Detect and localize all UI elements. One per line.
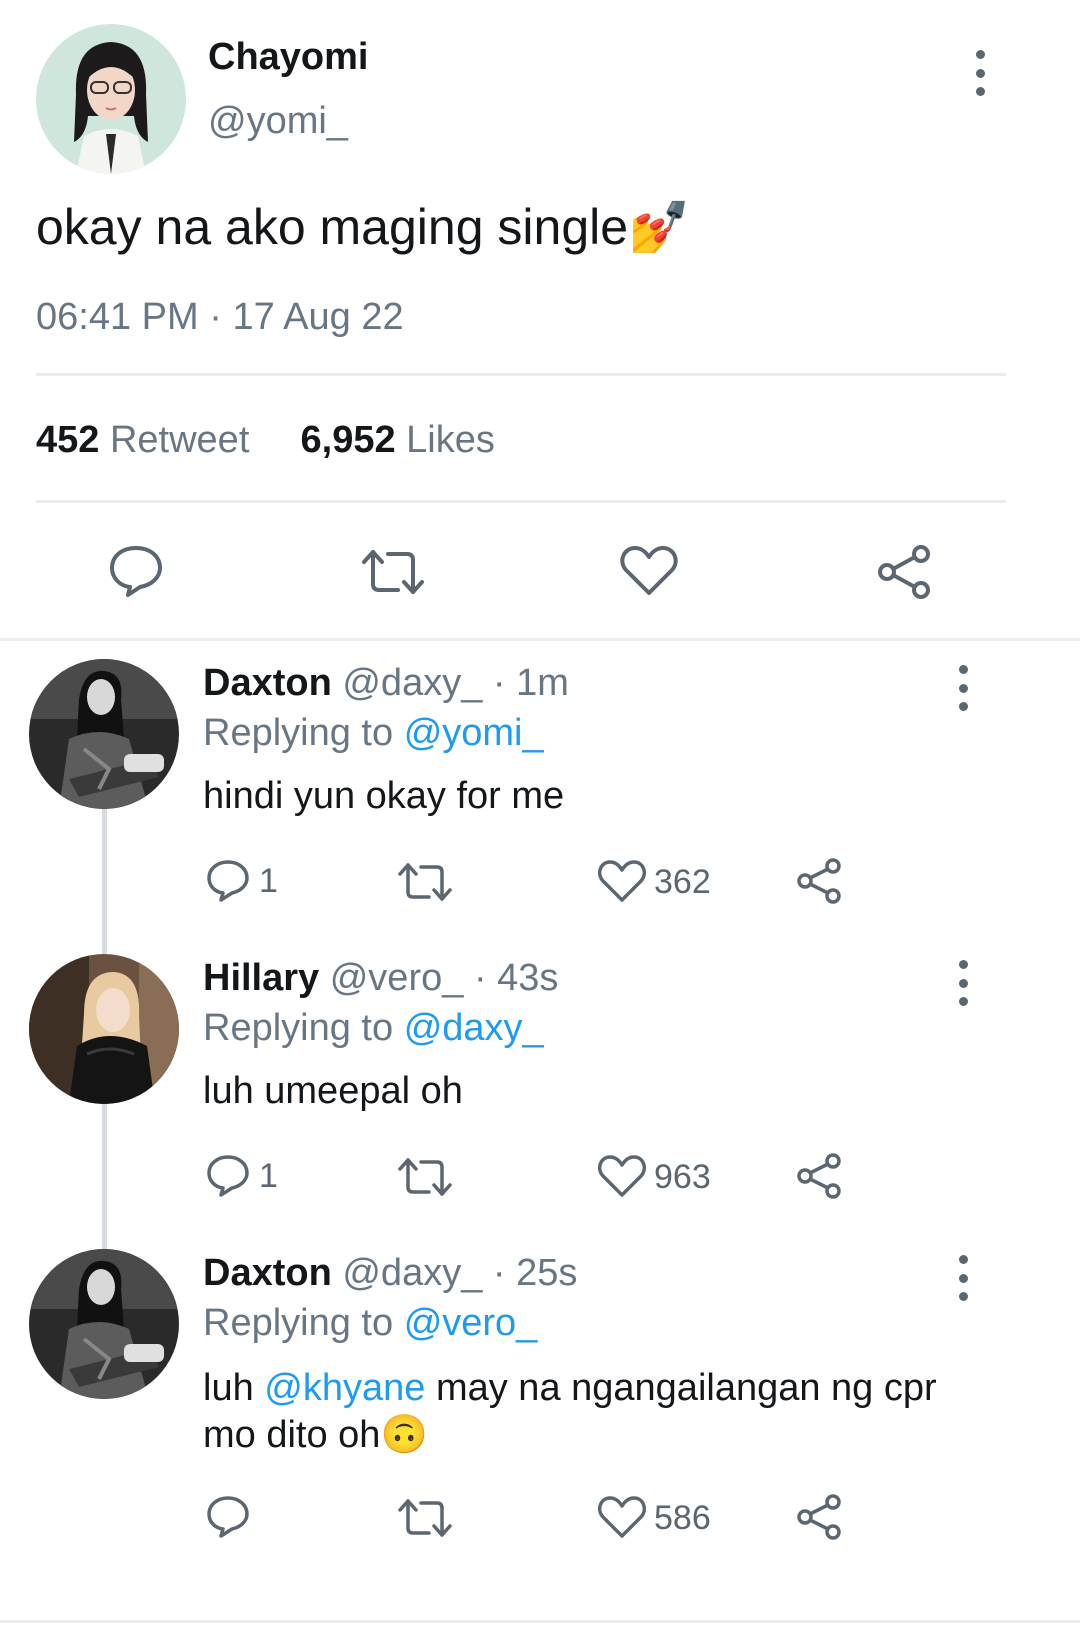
like-icon[interactable] xyxy=(620,545,678,602)
timestamp-separator: · xyxy=(209,296,222,338)
like-button[interactable]: 586 xyxy=(598,1496,711,1540)
reply-icon[interactable] xyxy=(108,544,164,603)
like-count: 963 xyxy=(654,1157,711,1196)
like-button[interactable]: 362 xyxy=(598,860,711,904)
tweet-stats: 452 Retweet 6,952 Likes xyxy=(36,419,495,462)
retweet-icon[interactable] xyxy=(397,1157,453,1202)
reply-text-part: mo dito oh xyxy=(203,1414,381,1456)
reply-header: Daxton @daxy_ · 1m xyxy=(203,662,569,705)
tweet-timestamp: 06:41 PM · 17 Aug 22 xyxy=(36,296,404,339)
divider xyxy=(0,1620,1080,1623)
reply-count: 1 xyxy=(259,1156,278,1195)
reply-text: hindi yun okay for me xyxy=(203,775,565,817)
avatar-photo xyxy=(36,24,186,174)
thread-line xyxy=(102,808,107,954)
reply-avatar[interactable] xyxy=(29,1249,179,1399)
replying-to: Replying to @yomi_ xyxy=(203,712,544,755)
reply-author-handle[interactable]: @vero_ xyxy=(330,957,464,999)
reply-button[interactable]: 1 xyxy=(205,858,278,904)
likes-label: Likes xyxy=(406,419,495,461)
replying-to-label: Replying to xyxy=(203,712,394,754)
reply-author-handle[interactable]: @daxy_ xyxy=(342,1252,482,1294)
reply-avatar[interactable] xyxy=(29,954,179,1104)
divider xyxy=(0,638,1080,641)
likes-stat[interactable]: 6,952 Likes xyxy=(301,419,495,461)
retweet-icon[interactable] xyxy=(397,862,453,907)
avatar-photo xyxy=(29,659,179,809)
tweet-text: okay na ako maging single💅 xyxy=(36,198,690,256)
like-button[interactable]: 963 xyxy=(598,1155,711,1199)
replying-to: Replying to @daxy_ xyxy=(203,1007,544,1050)
retweet-count: 452 xyxy=(36,419,100,461)
like-count: 586 xyxy=(654,1498,711,1537)
replying-to-link[interactable]: @yomi_ xyxy=(404,712,544,754)
retweet-stat[interactable]: 452 Retweet xyxy=(36,419,249,461)
reply-text-part: may na ngangailangan ng cpr xyxy=(425,1367,937,1409)
more-vertical-icon[interactable] xyxy=(951,665,975,711)
share-icon[interactable] xyxy=(796,1153,844,1204)
reply-time: · 1m xyxy=(492,662,569,704)
like-count: 362 xyxy=(654,862,711,901)
share-icon[interactable] xyxy=(796,858,844,909)
replying-to-label: Replying to xyxy=(203,1302,394,1344)
mention-link[interactable]: @khyane xyxy=(264,1367,425,1409)
retweet-icon[interactable] xyxy=(397,1498,453,1543)
reply-header: Daxton @daxy_ · 25s xyxy=(203,1252,577,1295)
like-icon xyxy=(598,860,646,902)
author-handle[interactable]: @yomi_ xyxy=(208,100,348,143)
replying-to: Replying to @vero_ xyxy=(203,1302,537,1345)
likes-count: 6,952 xyxy=(300,419,396,461)
replying-to-link[interactable]: @vero_ xyxy=(404,1302,538,1344)
upside-down-face-emoji: 🙃 xyxy=(380,1414,428,1456)
reply-time: · 43s xyxy=(473,957,559,999)
more-vertical-icon[interactable] xyxy=(951,960,975,1006)
tweet-time: 06:41 PM xyxy=(36,296,199,338)
reply-text: luh umeepal oh xyxy=(203,1070,463,1112)
share-icon[interactable] xyxy=(876,544,934,605)
reply-author-name[interactable]: Daxton xyxy=(203,1252,332,1294)
reply-icon[interactable] xyxy=(205,1494,251,1545)
reply-button[interactable]: 1 xyxy=(205,1153,278,1199)
replying-to-label: Replying to xyxy=(203,1007,394,1049)
author-name[interactable]: Chayomi xyxy=(208,36,368,79)
reply-text-part: luh xyxy=(203,1367,265,1409)
nail-polish-emoji: 💅 xyxy=(628,199,691,255)
like-icon xyxy=(598,1155,646,1197)
reply-avatar[interactable] xyxy=(29,659,179,809)
tweet-date: 17 Aug 22 xyxy=(232,296,404,338)
reply-author-name[interactable]: Daxton xyxy=(203,662,332,704)
reply-text: luh @khyane may na ngangailangan ng cpr … xyxy=(203,1365,937,1459)
avatar-photo xyxy=(29,954,179,1104)
reply-icon xyxy=(207,1155,249,1197)
tweet-text-body: okay na ako maging single xyxy=(36,199,629,255)
reply-author-name[interactable]: Hillary xyxy=(203,957,319,999)
divider xyxy=(36,373,1006,376)
author-avatar[interactable] xyxy=(36,24,186,174)
more-vertical-icon[interactable] xyxy=(951,1255,975,1301)
reply-icon xyxy=(207,860,249,902)
more-vertical-icon[interactable] xyxy=(968,50,992,96)
reply-count: 1 xyxy=(259,861,278,900)
divider xyxy=(36,500,1006,503)
replying-to-link[interactable]: @daxy_ xyxy=(404,1007,544,1049)
like-icon xyxy=(598,1496,646,1538)
thread-line xyxy=(102,1103,107,1249)
retweet-icon[interactable] xyxy=(360,548,426,601)
reply-time: · 25s xyxy=(492,1252,578,1294)
avatar-photo xyxy=(29,1249,179,1399)
reply-author-handle[interactable]: @daxy_ xyxy=(342,662,482,704)
reply-header: Hillary @vero_ · 43s xyxy=(203,957,558,1000)
share-icon[interactable] xyxy=(796,1494,844,1545)
retweet-label: Retweet xyxy=(109,419,250,461)
